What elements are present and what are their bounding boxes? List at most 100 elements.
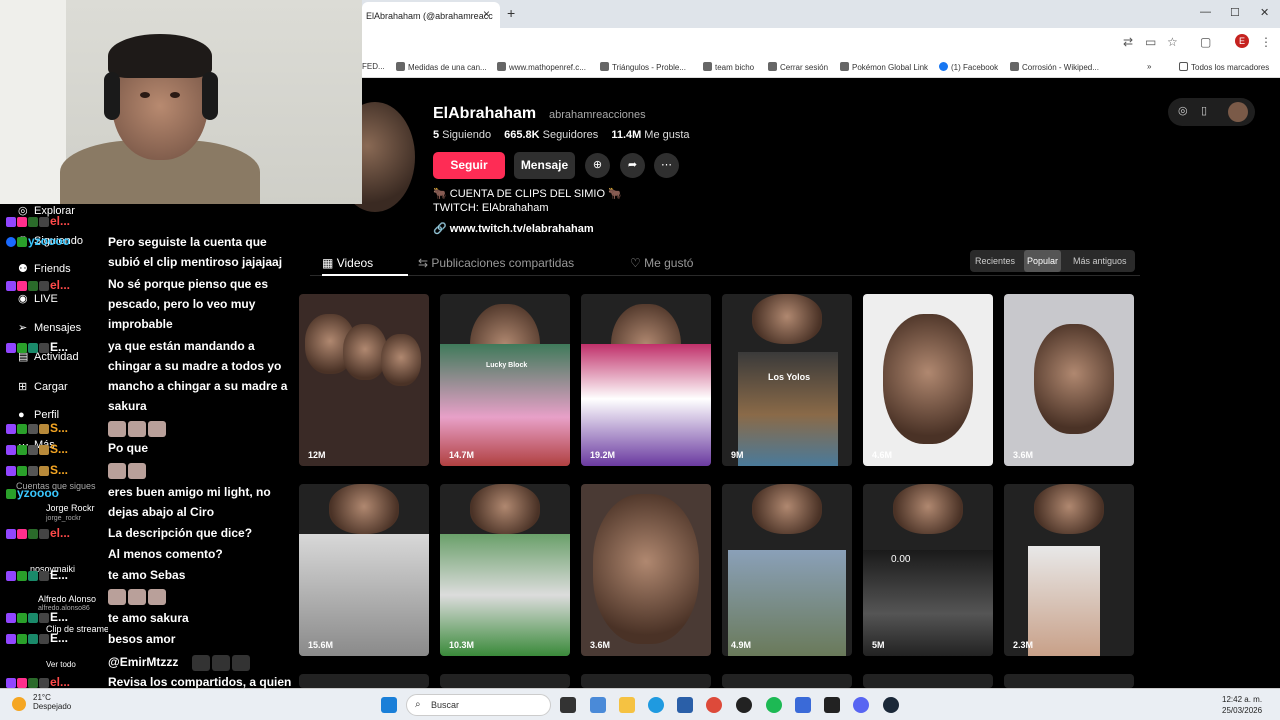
- headset-icon: [202, 72, 218, 120]
- more-bookmarks-button[interactable]: »: [1147, 62, 1151, 71]
- sidebar-item-profile[interactable]: ● Perfil: [18, 409, 59, 421]
- follow-button[interactable]: Seguir: [433, 152, 505, 179]
- bookmarks-bar: FED... Medidas de una can... www.mathope…: [362, 56, 1280, 78]
- video-thumbnail[interactable]: [722, 674, 852, 688]
- video-thumbnail[interactable]: 10.3M: [440, 484, 570, 656]
- bookmark-item[interactable]: Corrosión - Wikiped...: [1010, 62, 1099, 72]
- video-thumbnail[interactable]: [440, 674, 570, 688]
- profile-avatar[interactable]: E: [1235, 34, 1249, 48]
- view-count: 19.2M: [590, 450, 616, 460]
- chat-badges: E...: [6, 340, 68, 354]
- task-view-icon[interactable]: [560, 697, 576, 713]
- user-avatar[interactable]: [1228, 102, 1248, 122]
- bookmark-favicon-icon: [497, 62, 506, 71]
- spotify-icon[interactable]: [766, 697, 782, 713]
- upload-icon: ⊞: [18, 381, 28, 393]
- file-explorer-icon[interactable]: [619, 697, 635, 713]
- sort-recent[interactable]: Recientes: [972, 250, 1018, 272]
- cast-icon[interactable]: ▭: [1145, 35, 1156, 49]
- steam-icon[interactable]: [883, 697, 899, 713]
- chat-badges: S...: [6, 421, 68, 435]
- sort-popular[interactable]: Popular: [1024, 250, 1062, 272]
- bookmark-item[interactable]: www.mathopenref.c...: [497, 62, 586, 72]
- tab-shared-posts[interactable]: ⇆ Publicaciones compartidas: [418, 256, 574, 270]
- video-thumbnail[interactable]: 19.2M: [581, 294, 711, 466]
- bookmark-item[interactable]: Medidas de una can...: [396, 62, 487, 72]
- video-thumbnail[interactable]: Lucky Block 14.7M: [440, 294, 570, 466]
- sidebar-item-live[interactable]: ◉ LIVE: [18, 292, 58, 305]
- translate-icon[interactable]: ⇄: [1123, 35, 1133, 49]
- followed-account-name[interactable]: Jorge Rockr: [46, 503, 95, 513]
- bookmark-item[interactable]: (1) Facebook: [939, 62, 998, 72]
- sidebar-item-upload[interactable]: ⊞ Cargar: [18, 380, 68, 393]
- profile-bio: 🐂 CUENTA DE CLIPS DEL SIMIO 🐂 TWITCH: El…: [433, 187, 622, 215]
- chat-message: te amo Sebas: [108, 568, 186, 582]
- bookmark-item[interactable]: Pokémon Global Link: [840, 62, 928, 72]
- see-all-link[interactable]: Ver todo: [46, 660, 76, 669]
- video-thumbnail[interactable]: 4.6M: [863, 294, 993, 466]
- minimize-button[interactable]: —: [1200, 6, 1211, 18]
- sidebar-item-friends[interactable]: ⚉ Friends: [18, 262, 71, 275]
- sidebar-item-messages[interactable]: ➢ Mensajes: [18, 321, 81, 334]
- weather-moon-icon[interactable]: [12, 697, 26, 711]
- new-tab-button[interactable]: +: [507, 5, 515, 21]
- windows-start-icon[interactable]: [381, 697, 397, 713]
- video-thumbnail[interactable]: [1004, 674, 1134, 688]
- extensions-icon[interactable]: ▢: [1200, 35, 1211, 49]
- menu-icon[interactable]: ⋮: [1260, 35, 1272, 49]
- message-button[interactable]: Mensaje: [514, 152, 575, 179]
- bookmark-item[interactable]: team bicho: [703, 62, 754, 72]
- bookmark-item[interactable]: Triángulos - Proble...: [600, 62, 686, 72]
- tab-liked[interactable]: ♡ Me gustó: [630, 256, 693, 270]
- add-friend-icon[interactable]: ⊕: [585, 153, 610, 178]
- video-thumbnail[interactable]: [863, 674, 993, 688]
- followers-count[interactable]: 665.8K: [504, 129, 539, 141]
- emote-icon: [232, 654, 250, 671]
- obs-icon[interactable]: [736, 697, 752, 713]
- view-count: 4.9M: [731, 640, 752, 650]
- video-thumbnail[interactable]: 15.6M: [299, 484, 429, 656]
- more-options-icon[interactable]: ⋯: [654, 153, 679, 178]
- video-thumbnail[interactable]: 0.00 5M: [863, 484, 993, 656]
- followers-label[interactable]: Seguidores: [543, 129, 599, 141]
- all-bookmarks-folder[interactable]: Todos los marcadores: [1179, 62, 1269, 72]
- video-thumbnail[interactable]: 2.3M: [1004, 484, 1134, 656]
- maximize-button[interactable]: ☐: [1230, 6, 1240, 19]
- video-thumbnail[interactable]: [299, 674, 429, 688]
- video-thumbnail[interactable]: 3.6M: [1004, 294, 1134, 466]
- capcut-icon[interactable]: [824, 697, 840, 713]
- shield-icon[interactable]: [795, 697, 811, 713]
- chrome-icon[interactable]: [706, 697, 722, 713]
- close-tab-icon[interactable]: ×: [483, 7, 490, 21]
- clock[interactable]: 12:42 a. m. 25/03/2026: [1222, 694, 1262, 716]
- discord-icon[interactable]: [853, 697, 869, 713]
- video-thumbnail[interactable]: Los Yolos 9M: [722, 294, 852, 466]
- emote-icon: [148, 588, 166, 605]
- bookmark-item[interactable]: Cerrar sesión: [768, 62, 828, 72]
- bookmark-item[interactable]: FED...: [362, 62, 385, 71]
- emote-icon: [192, 654, 210, 671]
- video-thumbnail[interactable]: 4.9M: [722, 484, 852, 656]
- video-thumbnail[interactable]: 12M: [299, 294, 429, 466]
- close-window-button[interactable]: ✕: [1260, 6, 1269, 19]
- browser-tab[interactable]: ElAbrahaham (@abrahamreacc ×: [362, 2, 500, 28]
- chat-badges: el...: [6, 675, 70, 689]
- taskbar-search[interactable]: ⌕ Buscar: [406, 694, 551, 716]
- sort-oldest[interactable]: Más antiguos: [1070, 250, 1130, 272]
- device-icon[interactable]: ▯: [1201, 104, 1207, 117]
- bookmark-star-icon[interactable]: ☆: [1167, 35, 1178, 49]
- followed-account-name[interactable]: Alfredo Alonso: [38, 594, 96, 604]
- store-icon[interactable]: [677, 697, 693, 713]
- compass-icon[interactable]: ◎: [1178, 104, 1188, 117]
- video-thumbnail[interactable]: [581, 674, 711, 688]
- app-icon[interactable]: [590, 697, 606, 713]
- bio-link[interactable]: 🔗 www.twitch.tv/elabrahaham: [433, 222, 594, 235]
- edge-icon[interactable]: [648, 697, 664, 713]
- video-thumbnail[interactable]: 3.6M: [581, 484, 711, 656]
- weather-widget[interactable]: 21°C Despejado: [33, 693, 71, 711]
- tab-videos[interactable]: ▦ Videos: [322, 256, 373, 270]
- heart-icon: ♡: [630, 256, 641, 270]
- following-label[interactable]: Siguiendo: [442, 129, 491, 141]
- following-count[interactable]: 5: [433, 129, 439, 141]
- share-icon[interactable]: ➦: [620, 153, 645, 178]
